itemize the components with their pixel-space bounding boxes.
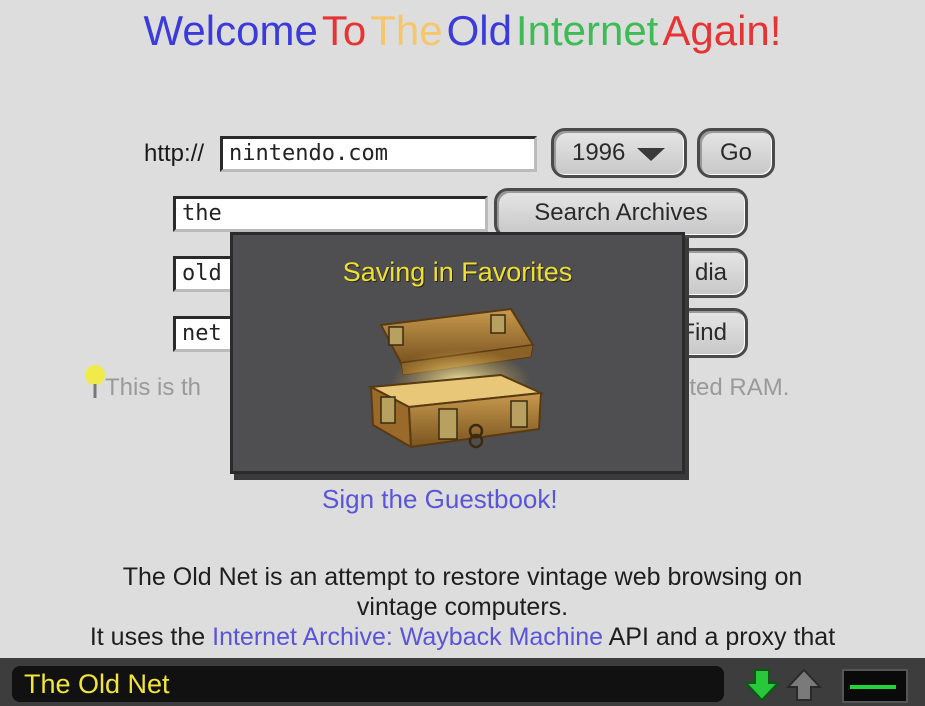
description-line-3-pre: It uses the: [89, 623, 213, 651]
status-title-field: The Old Net: [12, 666, 724, 702]
title-word-4: Internet: [515, 7, 659, 54]
pointer-cursor-icon: [85, 365, 105, 398]
title-word-0: Welcome: [143, 7, 318, 54]
search-archives-button[interactable]: Search Archives: [494, 188, 748, 238]
search-field-1[interactable]: the: [173, 196, 488, 232]
title-word-2: The: [370, 7, 443, 54]
http-prefix-label: http://: [144, 140, 205, 167]
status-title: The Old Net: [24, 669, 170, 699]
gray-up-arrow-icon[interactable]: [786, 668, 822, 702]
description-line-2: vintage computers.: [356, 593, 569, 621]
hint-text-right: ited RAM.: [684, 374, 790, 401]
dialog-title: Saving in Favorites: [342, 257, 573, 287]
year-value: 1996: [571, 139, 626, 166]
guestbook-link[interactable]: Sign the Guestbook!: [322, 484, 558, 515]
progress-fill: [850, 685, 896, 689]
go-button[interactable]: Go: [697, 128, 775, 178]
status-bar: The Old Net: [0, 658, 925, 706]
green-down-arrow-icon[interactable]: [744, 668, 780, 702]
url-input[interactable]: nintendo.com: [220, 136, 537, 172]
year-dropdown[interactable]: 1996: [551, 128, 687, 178]
chevron-down-icon: [637, 147, 666, 161]
treasure-chest-icon: [367, 307, 545, 449]
title-word-1: To: [321, 7, 367, 54]
hint-text-left: This is th: [105, 374, 202, 401]
progress-indicator: [842, 669, 908, 703]
browser-page: WelcomeToTheOldInternetAgain! http:// ni…: [0, 0, 925, 658]
description-line-1: The Old Net is an attempt to restore vin…: [122, 563, 803, 591]
saving-favorites-dialog: Saving in Favorites: [230, 232, 685, 474]
page-title: WelcomeToTheOldInternetAgain!: [0, 6, 925, 56]
description-line-3: It uses the Internet Archive: Wayback Ma…: [0, 622, 925, 652]
title-word-5: Again!: [662, 7, 782, 54]
title-word-3: Old: [446, 7, 512, 54]
wayback-machine-link[interactable]: Internet Archive: Wayback Machine: [212, 623, 603, 651]
description-line-3-post: API and a proxy that: [603, 623, 836, 651]
